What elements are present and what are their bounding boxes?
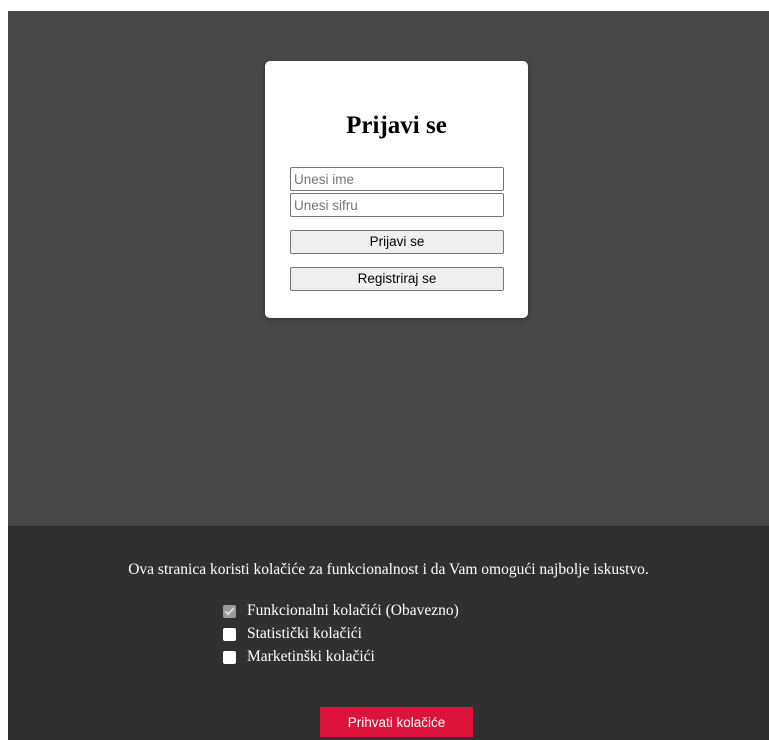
login-card: Prijavi se Prijavi se Registriraj se (265, 61, 528, 318)
username-input[interactable] (290, 167, 504, 191)
password-input[interactable] (290, 193, 504, 217)
statistics-cookies-label: Statistički kolačići (247, 625, 362, 642)
page-overlay: Prijavi se Prijavi se Registriraj se Ova… (8, 11, 769, 740)
accept-cookies-button[interactable]: Prihvati kolačiće (320, 707, 473, 737)
marketing-cookies-checkbox[interactable] (223, 650, 236, 664)
cookie-option-statistics[interactable]: Statistički kolačići (223, 624, 362, 644)
login-title: Prijavi se (346, 112, 447, 139)
functional-cookies-label: Funkcionalni kolačići (Obavezno) (247, 602, 459, 619)
cookie-message: Ova stranica koristi kolačiće za funkcio… (128, 561, 649, 578)
cookie-consent-bar: Ova stranica koristi kolačiće za funkcio… (8, 526, 769, 740)
statistics-cookies-checkbox[interactable] (223, 627, 236, 641)
cookie-option-marketing[interactable]: Marketinški kolačići (223, 647, 375, 667)
register-button[interactable]: Registriraj se (290, 267, 504, 291)
marketing-cookies-label: Marketinški kolačići (247, 648, 375, 665)
login-button[interactable]: Prijavi se (290, 230, 504, 254)
functional-cookies-checkbox (223, 604, 236, 618)
cookie-option-functional: Funkcionalni kolačići (Obavezno) (223, 601, 459, 621)
